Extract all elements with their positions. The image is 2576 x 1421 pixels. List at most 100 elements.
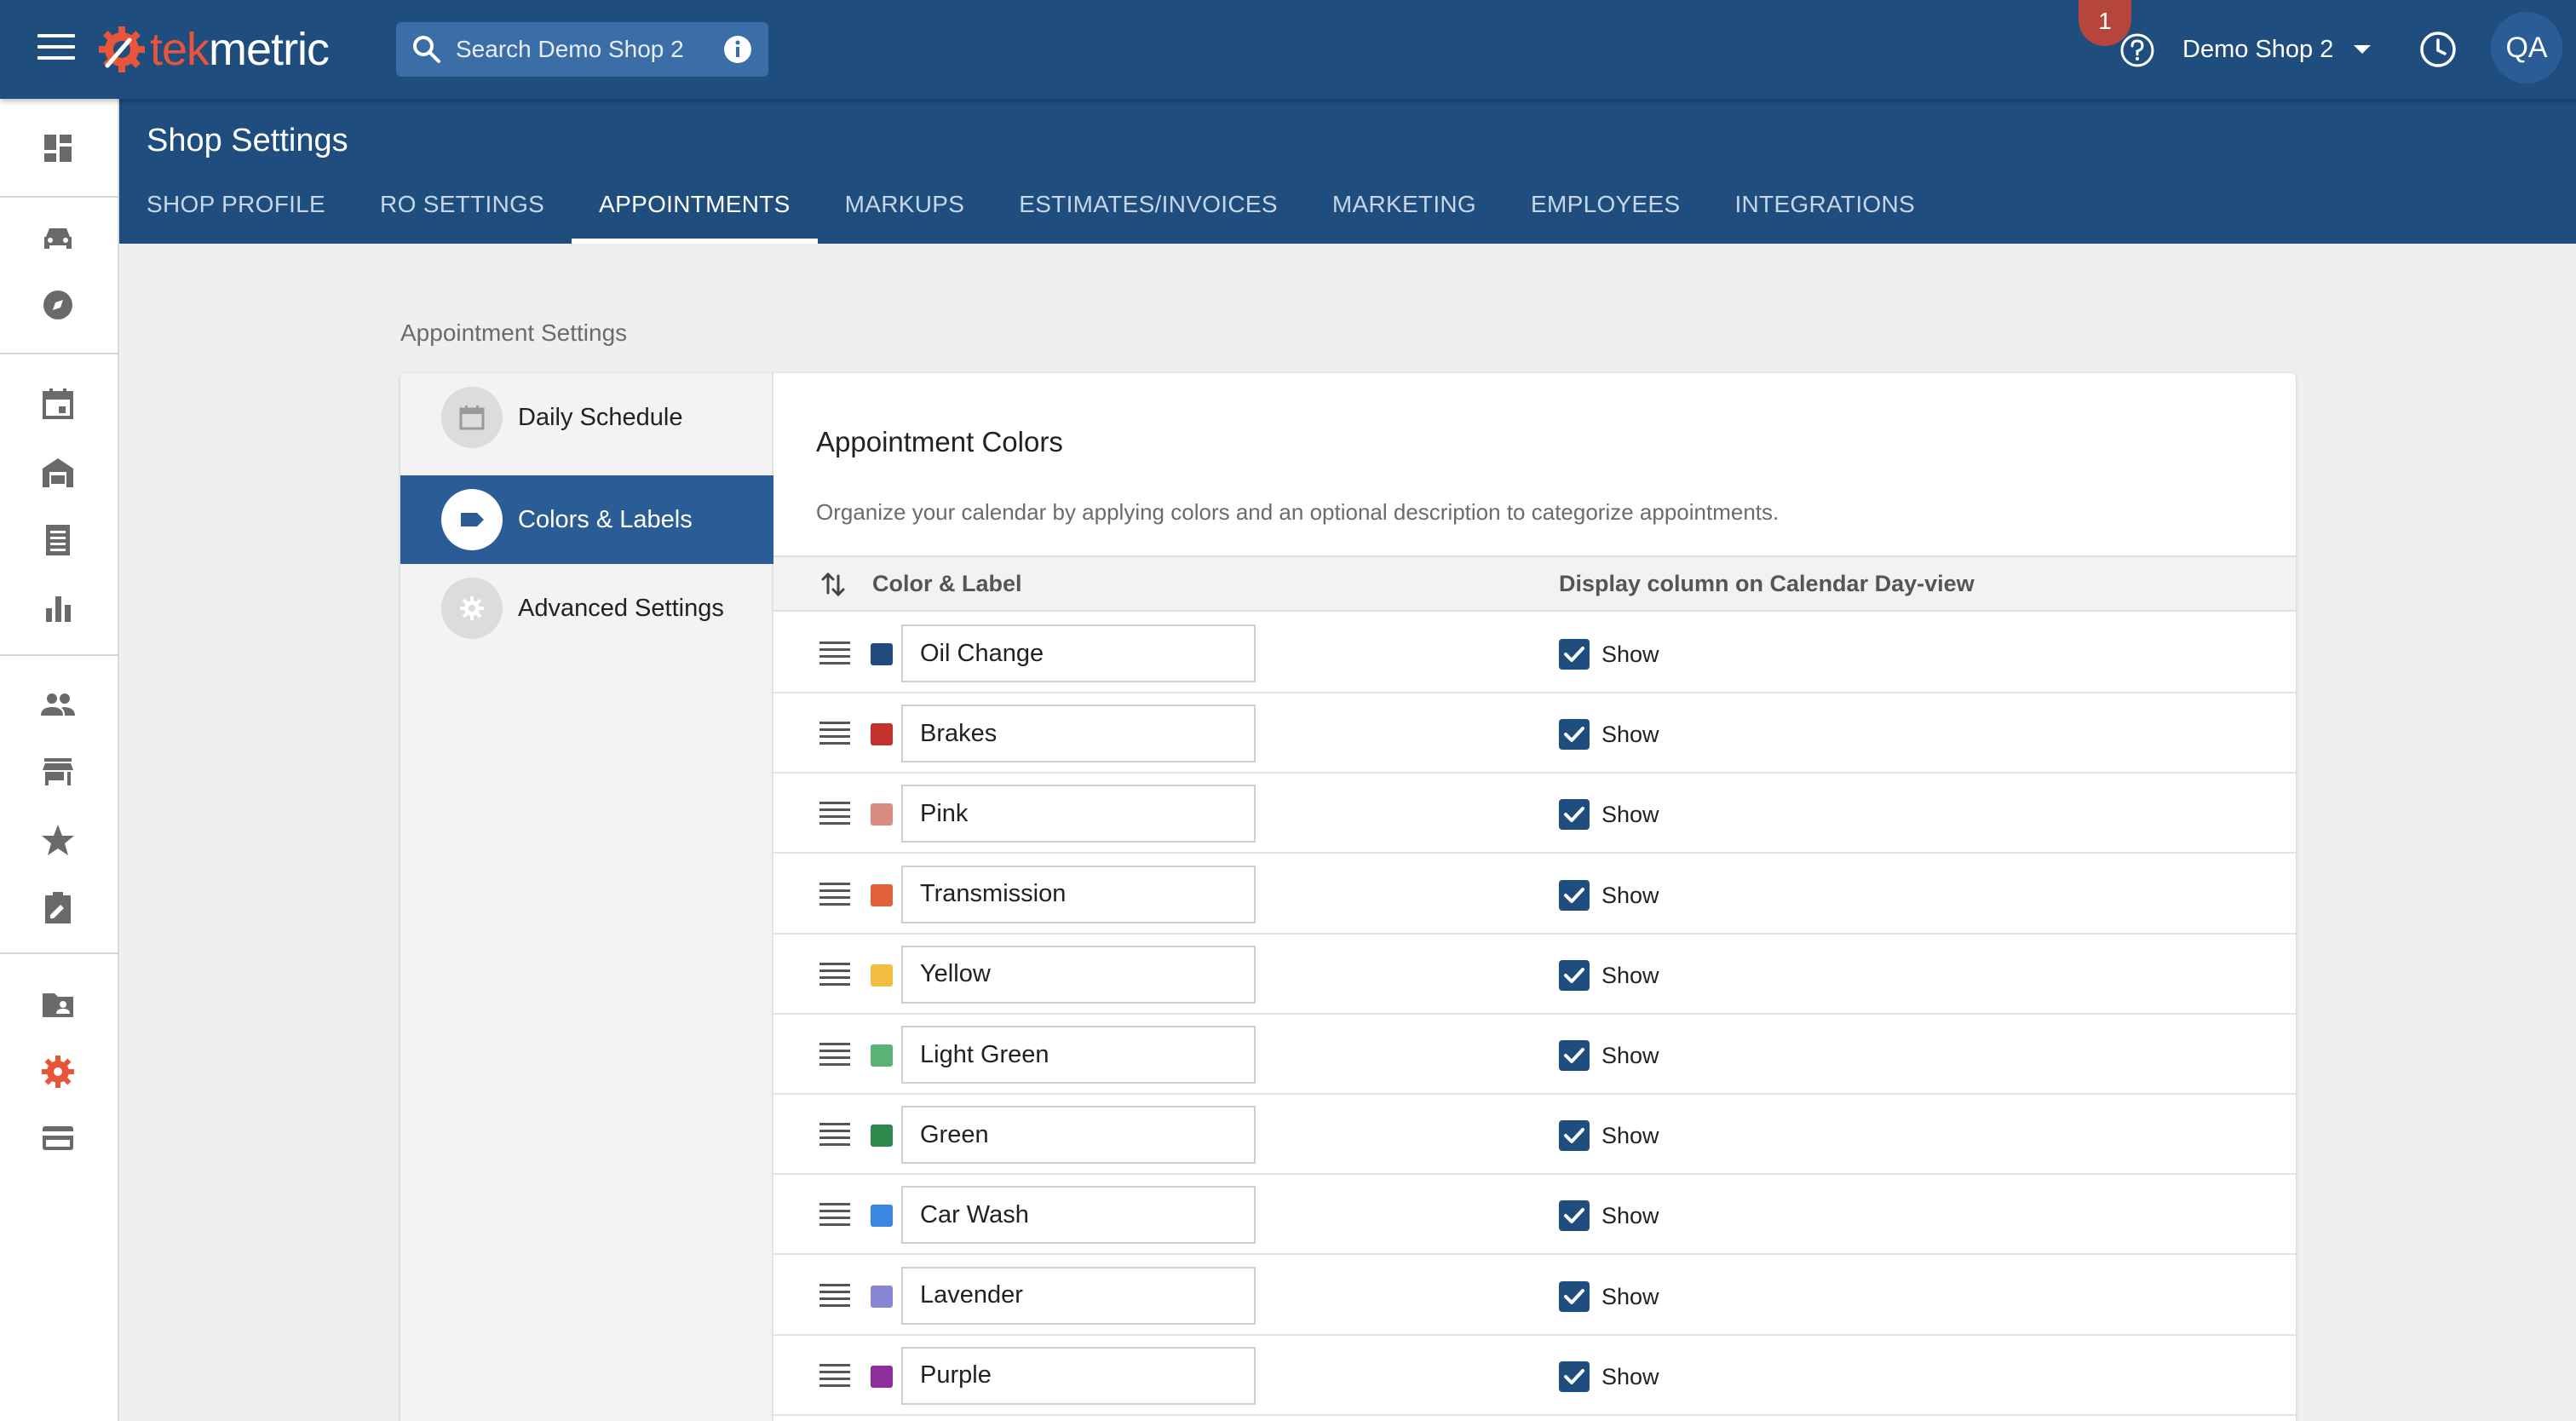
- drag-handle-icon[interactable]: [819, 1123, 850, 1147]
- show-checkbox[interactable]: [1559, 1120, 1590, 1152]
- people-icon[interactable]: [37, 683, 78, 724]
- tab-markups[interactable]: MARKUPS: [818, 191, 992, 244]
- drag-handle-icon[interactable]: [819, 1363, 850, 1388]
- color-swatch[interactable]: [871, 1365, 893, 1388]
- credit-card-icon[interactable]: [37, 1118, 78, 1159]
- show-label: Show: [1601, 962, 1659, 988]
- left-nav-rail: [0, 99, 119, 1421]
- store-icon[interactable]: [37, 751, 78, 792]
- check-icon: [1564, 1368, 1584, 1384]
- drag-handle-icon[interactable]: [819, 641, 850, 665]
- show-checkbox[interactable]: [1559, 1200, 1590, 1232]
- drag-handle-icon[interactable]: [819, 802, 850, 826]
- color-swatch[interactable]: [871, 883, 893, 906]
- label-input[interactable]: [901, 705, 1256, 763]
- color-swatch[interactable]: [871, 1285, 893, 1308]
- search-icon: [413, 36, 440, 63]
- drag-handle-icon[interactable]: [819, 882, 850, 906]
- show-checkbox[interactable]: [1559, 959, 1590, 991]
- check-icon: [1564, 1128, 1584, 1144]
- show-checkbox[interactable]: [1559, 879, 1590, 911]
- label-input[interactable]: [901, 865, 1256, 923]
- color-swatch[interactable]: [871, 1044, 893, 1067]
- label-input[interactable]: [901, 945, 1256, 1004]
- sort-icon[interactable]: [818, 569, 848, 600]
- tab-employees[interactable]: EMPLOYEES: [1504, 191, 1707, 244]
- color-swatch[interactable]: [871, 1205, 893, 1228]
- color-swatch[interactable]: [871, 643, 893, 665]
- search-placeholder: Search Demo Shop 2: [456, 36, 684, 62]
- settings-side-nav: Daily Schedule Colors & Labels Advanced …: [400, 373, 773, 1421]
- clipboard-icon[interactable]: [37, 888, 78, 929]
- side-nav-advanced-settings[interactable]: Advanced Settings: [400, 564, 773, 653]
- side-icon-circle: [441, 387, 503, 448]
- tab-ro-settings[interactable]: RO SETTINGS: [353, 191, 572, 244]
- search-input[interactable]: Search Demo Shop 2: [396, 22, 768, 77]
- show-checkbox[interactable]: [1559, 1361, 1590, 1392]
- user-avatar[interactable]: QA: [2491, 12, 2562, 83]
- compass-icon[interactable]: [37, 285, 78, 325]
- side-icon-circle: [441, 578, 503, 639]
- tab-shop-profile[interactable]: SHOP PROFILE: [147, 191, 353, 244]
- tab-integrations[interactable]: INTEGRATIONS: [1707, 191, 1942, 244]
- check-icon: [1564, 1208, 1584, 1224]
- garage-icon[interactable]: [37, 452, 78, 492]
- drag-handle-icon[interactable]: [819, 1043, 850, 1067]
- label-input[interactable]: [901, 785, 1256, 843]
- top-app-bar: tekmetric Search Demo Shop 2 1 Demo Shop…: [0, 0, 2576, 99]
- label-input[interactable]: [901, 1026, 1256, 1084]
- show-checkbox[interactable]: [1559, 719, 1590, 751]
- tab-estimates-invoices[interactable]: ESTIMATES/INVOICES: [992, 191, 1305, 244]
- label-input[interactable]: [901, 1186, 1256, 1245]
- color-swatch[interactable]: [871, 723, 893, 746]
- settings-icon[interactable]: [37, 1051, 78, 1092]
- menu-icon[interactable]: [37, 34, 75, 65]
- help-icon[interactable]: [2119, 32, 2156, 69]
- gear-icon: [460, 596, 484, 620]
- color-swatch[interactable]: [871, 964, 893, 987]
- drag-handle-icon[interactable]: [819, 1283, 850, 1308]
- dashboard-icon[interactable]: [37, 128, 78, 169]
- clock-icon[interactable]: [2418, 29, 2458, 70]
- color-label-row: Show: [773, 1015, 2296, 1095]
- rail-divider: [0, 196, 119, 198]
- tekmetric-logo[interactable]: tekmetric: [95, 19, 330, 80]
- show-label: Show: [1601, 641, 1659, 667]
- bar-chart-icon[interactable]: [37, 588, 78, 629]
- label-input[interactable]: [901, 1346, 1256, 1405]
- check-icon: [1564, 647, 1584, 662]
- side-nav-colors-labels[interactable]: Colors & Labels: [400, 475, 773, 564]
- side-nav-label: Advanced Settings: [518, 594, 724, 622]
- label-input[interactable]: [901, 1266, 1256, 1325]
- folder-shared-icon[interactable]: [37, 983, 78, 1024]
- gear-logo-icon: [99, 26, 145, 72]
- drag-handle-icon[interactable]: [819, 962, 850, 987]
- show-checkbox[interactable]: [1559, 1040, 1590, 1071]
- tab-marketing[interactable]: MARKETING: [1305, 191, 1504, 244]
- info-icon[interactable]: [722, 34, 753, 65]
- color-label-row: Show: [773, 854, 2296, 935]
- drag-handle-icon[interactable]: [819, 722, 850, 745]
- rail-divider: [0, 353, 119, 354]
- label-input[interactable]: [901, 1106, 1256, 1165]
- color-label-row: Show: [773, 774, 2296, 854]
- show-checkbox[interactable]: [1559, 799, 1590, 831]
- color-label-row: Show: [773, 1256, 2296, 1336]
- receipt-icon[interactable]: [37, 520, 78, 561]
- label-input[interactable]: [901, 624, 1256, 682]
- show-checkbox[interactable]: [1559, 639, 1590, 670]
- shop-selector[interactable]: Demo Shop 2: [2182, 32, 2372, 66]
- color-swatch[interactable]: [871, 803, 893, 826]
- show-checkbox[interactable]: [1559, 1280, 1590, 1312]
- rail-divider: [0, 654, 119, 656]
- tab-appointments[interactable]: APPOINTMENTS: [572, 191, 818, 244]
- car-icon[interactable]: [37, 218, 78, 259]
- rail-divider: [0, 952, 119, 954]
- drag-handle-icon[interactable]: [819, 1203, 850, 1227]
- shop-name: Demo Shop 2: [2182, 35, 2334, 63]
- calendar-icon[interactable]: [37, 383, 78, 424]
- color-swatch[interactable]: [871, 1125, 893, 1148]
- show-label: Show: [1601, 1203, 1659, 1229]
- star-icon[interactable]: [37, 820, 78, 860]
- side-nav-daily-schedule[interactable]: Daily Schedule: [400, 373, 773, 462]
